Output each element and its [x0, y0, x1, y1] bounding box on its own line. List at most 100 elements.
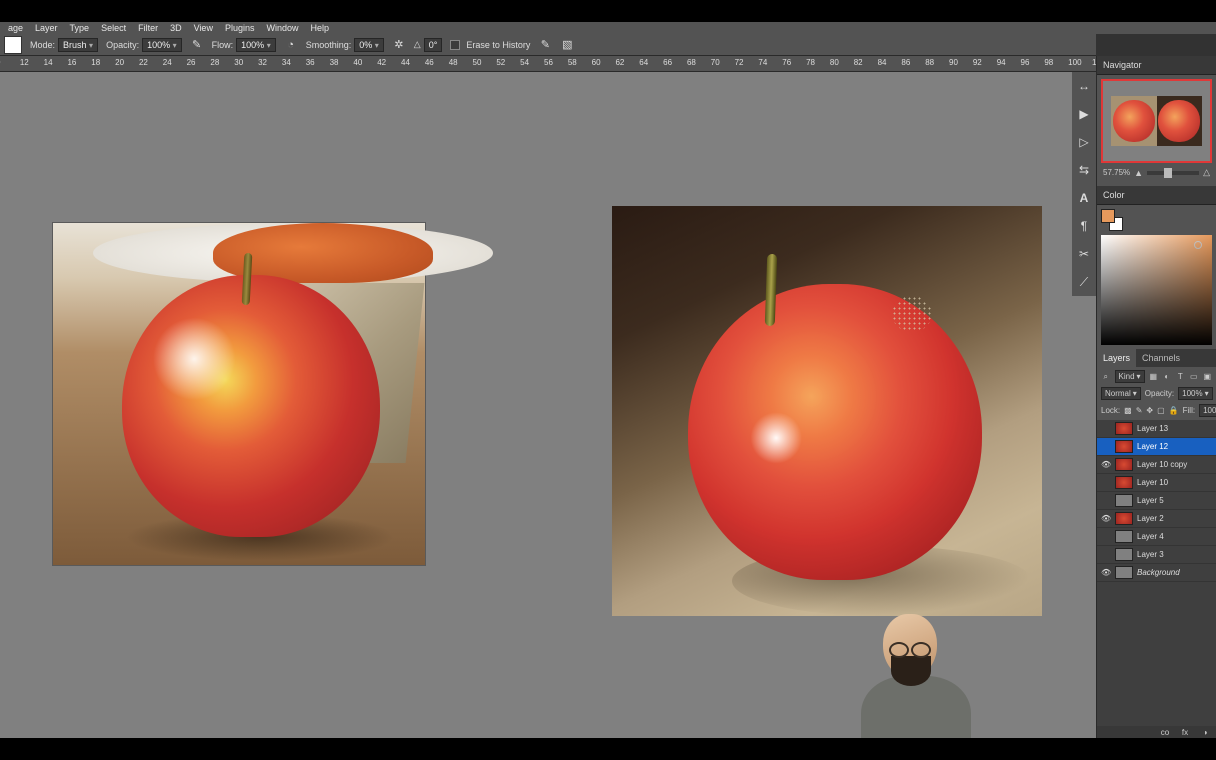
layer-row[interactable]: 👁 Layer 2: [1097, 510, 1216, 528]
layer-row[interactable]: Layer 10: [1097, 474, 1216, 492]
canvas[interactable]: [0, 72, 1096, 738]
ruler-tick: 86: [901, 58, 910, 67]
lock-pixels-icon[interactable]: ✎: [1136, 406, 1143, 416]
layer-row[interactable]: 👁 Background: [1097, 564, 1216, 582]
zoom-out-icon[interactable]: ▲: [1134, 168, 1143, 178]
menu-help[interactable]: Help: [305, 22, 336, 34]
tab-layers[interactable]: Layers: [1097, 349, 1136, 367]
lock-all-icon[interactable]: 🔒: [1169, 406, 1179, 416]
settings-gear-icon[interactable]: ✲: [392, 38, 406, 52]
layer-name[interactable]: Layer 12: [1137, 442, 1212, 451]
angle-field[interactable]: 0°: [424, 38, 443, 52]
flow-field[interactable]: 100% ▾: [236, 38, 276, 52]
menu-plugins[interactable]: Plugins: [219, 22, 261, 34]
navigator-tab[interactable]: Navigator: [1097, 56, 1216, 75]
panel-icon-adjust[interactable]: ⇆: [1076, 162, 1092, 178]
layer-thumbnail[interactable]: [1115, 422, 1133, 435]
layer-row[interactable]: 👁 Layer 10 copy: [1097, 456, 1216, 474]
filter-adjust-icon[interactable]: ◐: [1162, 372, 1172, 382]
menu-window[interactable]: Window: [260, 22, 304, 34]
panel-icon-paragraph[interactable]: ¶: [1076, 218, 1092, 234]
layer-thumbnail[interactable]: [1115, 458, 1133, 471]
layer-thumbnail[interactable]: [1115, 548, 1133, 561]
filter-smart-icon[interactable]: ▣: [1203, 372, 1213, 382]
layer-row[interactable]: Layer 4: [1097, 528, 1216, 546]
navigator-zoom-slider[interactable]: [1147, 171, 1199, 175]
layer-name[interactable]: Layer 3: [1137, 550, 1212, 559]
ruler-horizontal[interactable]: 0121416182022242628303234363840424446485…: [0, 56, 1096, 72]
ruler-tick: 24: [163, 58, 172, 67]
erase-history-checkbox[interactable]: Erase to History: [450, 40, 530, 50]
layer-visibility-icon[interactable]: 👁: [1101, 514, 1111, 523]
menu-layer[interactable]: Layer: [29, 22, 64, 34]
layer-row[interactable]: Layer 3: [1097, 546, 1216, 564]
menu-filter[interactable]: Filter: [132, 22, 164, 34]
layer-name[interactable]: Layer 13: [1137, 424, 1212, 433]
smoothing-field[interactable]: 0% ▾: [354, 38, 384, 52]
menu-3d[interactable]: 3D: [164, 22, 188, 34]
panel-icon-ruler[interactable]: ⟋: [1076, 274, 1092, 290]
layer-row[interactable]: Layer 13: [1097, 420, 1216, 438]
navigator-zoom-value[interactable]: 57.75%: [1103, 168, 1130, 177]
layer-thumbnail[interactable]: [1115, 476, 1133, 489]
navigator-thumbnail[interactable]: [1101, 79, 1212, 163]
menu-select[interactable]: Select: [95, 22, 132, 34]
foreground-color-swatch[interactable]: [1101, 209, 1115, 223]
menu-view[interactable]: View: [188, 22, 219, 34]
filter-shape-icon[interactable]: ▭: [1189, 372, 1199, 382]
layer-visibility-icon[interactable]: 👁: [1101, 568, 1111, 577]
panel-icon-tools[interactable]: ✂: [1076, 246, 1092, 262]
ruler-tick: 48: [449, 58, 458, 67]
layers-footer: co fx ◑: [1097, 726, 1216, 738]
layer-mask-icon[interactable]: ◑: [1200, 727, 1210, 737]
lock-position-icon[interactable]: ✥: [1146, 406, 1153, 416]
color-tab[interactable]: Color: [1097, 186, 1216, 205]
menu-type[interactable]: Type: [64, 22, 96, 34]
layer-thumbnail[interactable]: [1115, 494, 1133, 507]
layer-filter-dropdown[interactable]: Kind▾: [1115, 370, 1145, 383]
blend-mode-dropdown[interactable]: Normal▾: [1101, 387, 1141, 400]
filter-type-icon[interactable]: T: [1176, 372, 1186, 382]
tool-preset-swatch[interactable]: [4, 36, 22, 54]
menu-age[interactable]: age: [2, 22, 29, 34]
opacity-field[interactable]: 100% ▾: [142, 38, 182, 52]
layer-fx-icon[interactable]: fx: [1180, 727, 1190, 737]
layer-visibility-icon[interactable]: 👁: [1101, 460, 1111, 469]
layer-thumbnail[interactable]: [1115, 566, 1133, 579]
layer-row[interactable]: Layer 5: [1097, 492, 1216, 510]
airbrush-icon[interactable]: ◔: [284, 38, 298, 52]
fg-bg-swatches[interactable]: [1101, 209, 1123, 231]
layer-name[interactable]: Layer 2: [1137, 514, 1212, 523]
layer-thumbnail[interactable]: [1115, 512, 1133, 525]
ruler-tick: 84: [878, 58, 887, 67]
ruler-tick: 94: [997, 58, 1006, 67]
lock-transparency-icon[interactable]: ▩: [1124, 406, 1132, 416]
pressure-opacity-icon[interactable]: ✎: [190, 38, 204, 52]
layer-name[interactable]: Layer 5: [1137, 496, 1212, 505]
lock-artboard-icon[interactable]: ▢: [1157, 406, 1165, 416]
color-picker-field[interactable]: [1101, 235, 1212, 345]
ruler-tick: 18: [91, 58, 100, 67]
layer-row[interactable]: Layer 12: [1097, 438, 1216, 456]
symmetry-icon[interactable]: ▧: [560, 38, 574, 52]
panel-icon-history[interactable]: ▶: [1076, 106, 1092, 122]
layer-name[interactable]: Layer 4: [1137, 532, 1212, 541]
panel-icon-actions[interactable]: ▷: [1076, 134, 1092, 150]
panel-icon-arrange[interactable]: ↔: [1076, 78, 1092, 94]
search-icon[interactable]: ⌕: [1101, 372, 1111, 382]
painting-canvas: [612, 206, 1042, 616]
layer-name[interactable]: Layer 10: [1137, 478, 1212, 487]
fill-field[interactable]: 100%▾: [1199, 404, 1216, 417]
zoom-in-icon[interactable]: △: [1203, 167, 1210, 178]
filter-pixel-icon[interactable]: ▦: [1149, 372, 1159, 382]
tab-channels[interactable]: Channels: [1136, 349, 1186, 367]
link-layers-icon[interactable]: co: [1160, 727, 1170, 737]
pressure-size-icon[interactable]: ✎: [538, 38, 552, 52]
panel-icon-type[interactable]: A: [1076, 190, 1092, 206]
mode-dropdown[interactable]: Brush ▾: [58, 38, 98, 52]
layer-name[interactable]: Background: [1137, 568, 1212, 577]
layer-thumbnail[interactable]: [1115, 530, 1133, 543]
layer-thumbnail[interactable]: [1115, 440, 1133, 453]
layer-name[interactable]: Layer 10 copy: [1137, 460, 1212, 469]
layer-opacity-field[interactable]: 100%▾: [1178, 387, 1212, 400]
